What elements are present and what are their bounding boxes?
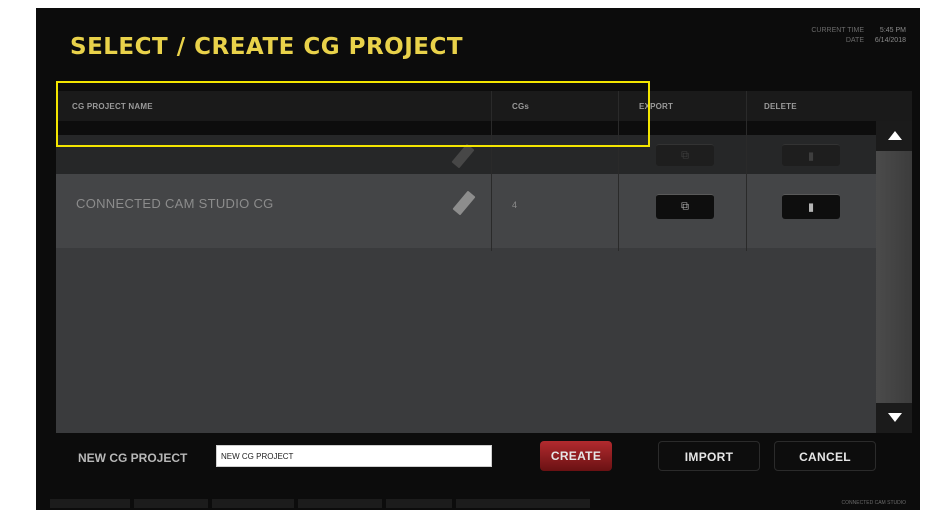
import-button[interactable]: IMPORT [658,441,760,471]
brand-label: CONNECTED CAM STUDIO [841,500,906,506]
pencil-icon[interactable] [451,143,475,169]
column-divider [618,91,619,251]
new-cg-project-input[interactable] [216,445,492,467]
table-row[interactable]: ⧉ ▮ [56,135,876,174]
export-icon: ⧉ [681,200,689,213]
new-cg-project-label: NEW CG PROJECT [78,451,188,465]
date-value: 6/14/2018 [874,37,906,44]
delete-button[interactable]: ▮ [782,144,840,166]
scroll-up-button[interactable] [876,121,912,151]
project-table: CG PROJECT NAME CGs EXPORT DELETE ⧉ ▮ CO… [56,91,912,433]
export-button[interactable]: ⧉ [656,144,714,166]
column-divider [746,91,747,251]
project-name: CONNECTED CAM STUDIO CG [76,196,274,211]
delete-button[interactable]: ▮ [782,194,840,219]
status-segment [298,499,382,508]
page-title: SELECT / CREATE CG PROJECT [70,34,464,60]
status-segment [386,499,452,508]
column-header-export: EXPORT [639,102,674,111]
date-label: DATE [845,37,864,44]
app-window: SELECT / CREATE CG PROJECT CURRENT TIME 5… [36,8,920,510]
trash-icon: ▮ [807,201,815,214]
trash-icon: ▮ [807,150,815,162]
scroll-track[interactable] [876,151,912,403]
column-header-delete: DELETE [764,102,797,111]
status-segment [456,499,590,508]
create-button[interactable]: CREATE [540,441,612,471]
status-segment [50,499,130,508]
current-time-value: 5:45 PM [879,27,906,34]
scroll-down-button[interactable] [876,403,912,433]
status-bar: CONNECTED CAM STUDIO [36,496,920,510]
column-header-name: CG PROJECT NAME [72,102,153,111]
export-icon: ⧉ [681,149,689,161]
project-cg-count: 4 [512,200,518,210]
table-row-divider [56,121,876,135]
table-row[interactable]: CONNECTED CAM STUDIO CG 4 ⧉ ▮ [56,174,876,248]
table-header: CG PROJECT NAME CGs EXPORT DELETE [56,91,912,121]
clock-panel: CURRENT TIME 5:45 PM DATE 6/14/2018 [804,26,906,46]
arrow-up-icon [888,131,902,140]
status-segment [134,499,208,508]
column-divider [491,91,492,251]
column-header-cgs: CGs [512,102,530,111]
pencil-icon[interactable] [452,190,476,216]
current-time-label: CURRENT TIME [811,27,864,34]
cancel-button[interactable]: CANCEL [774,441,876,471]
status-segment [212,499,294,508]
export-button[interactable]: ⧉ [656,194,714,219]
vertical-scrollbar[interactable] [876,121,912,433]
arrow-down-icon [888,413,902,422]
